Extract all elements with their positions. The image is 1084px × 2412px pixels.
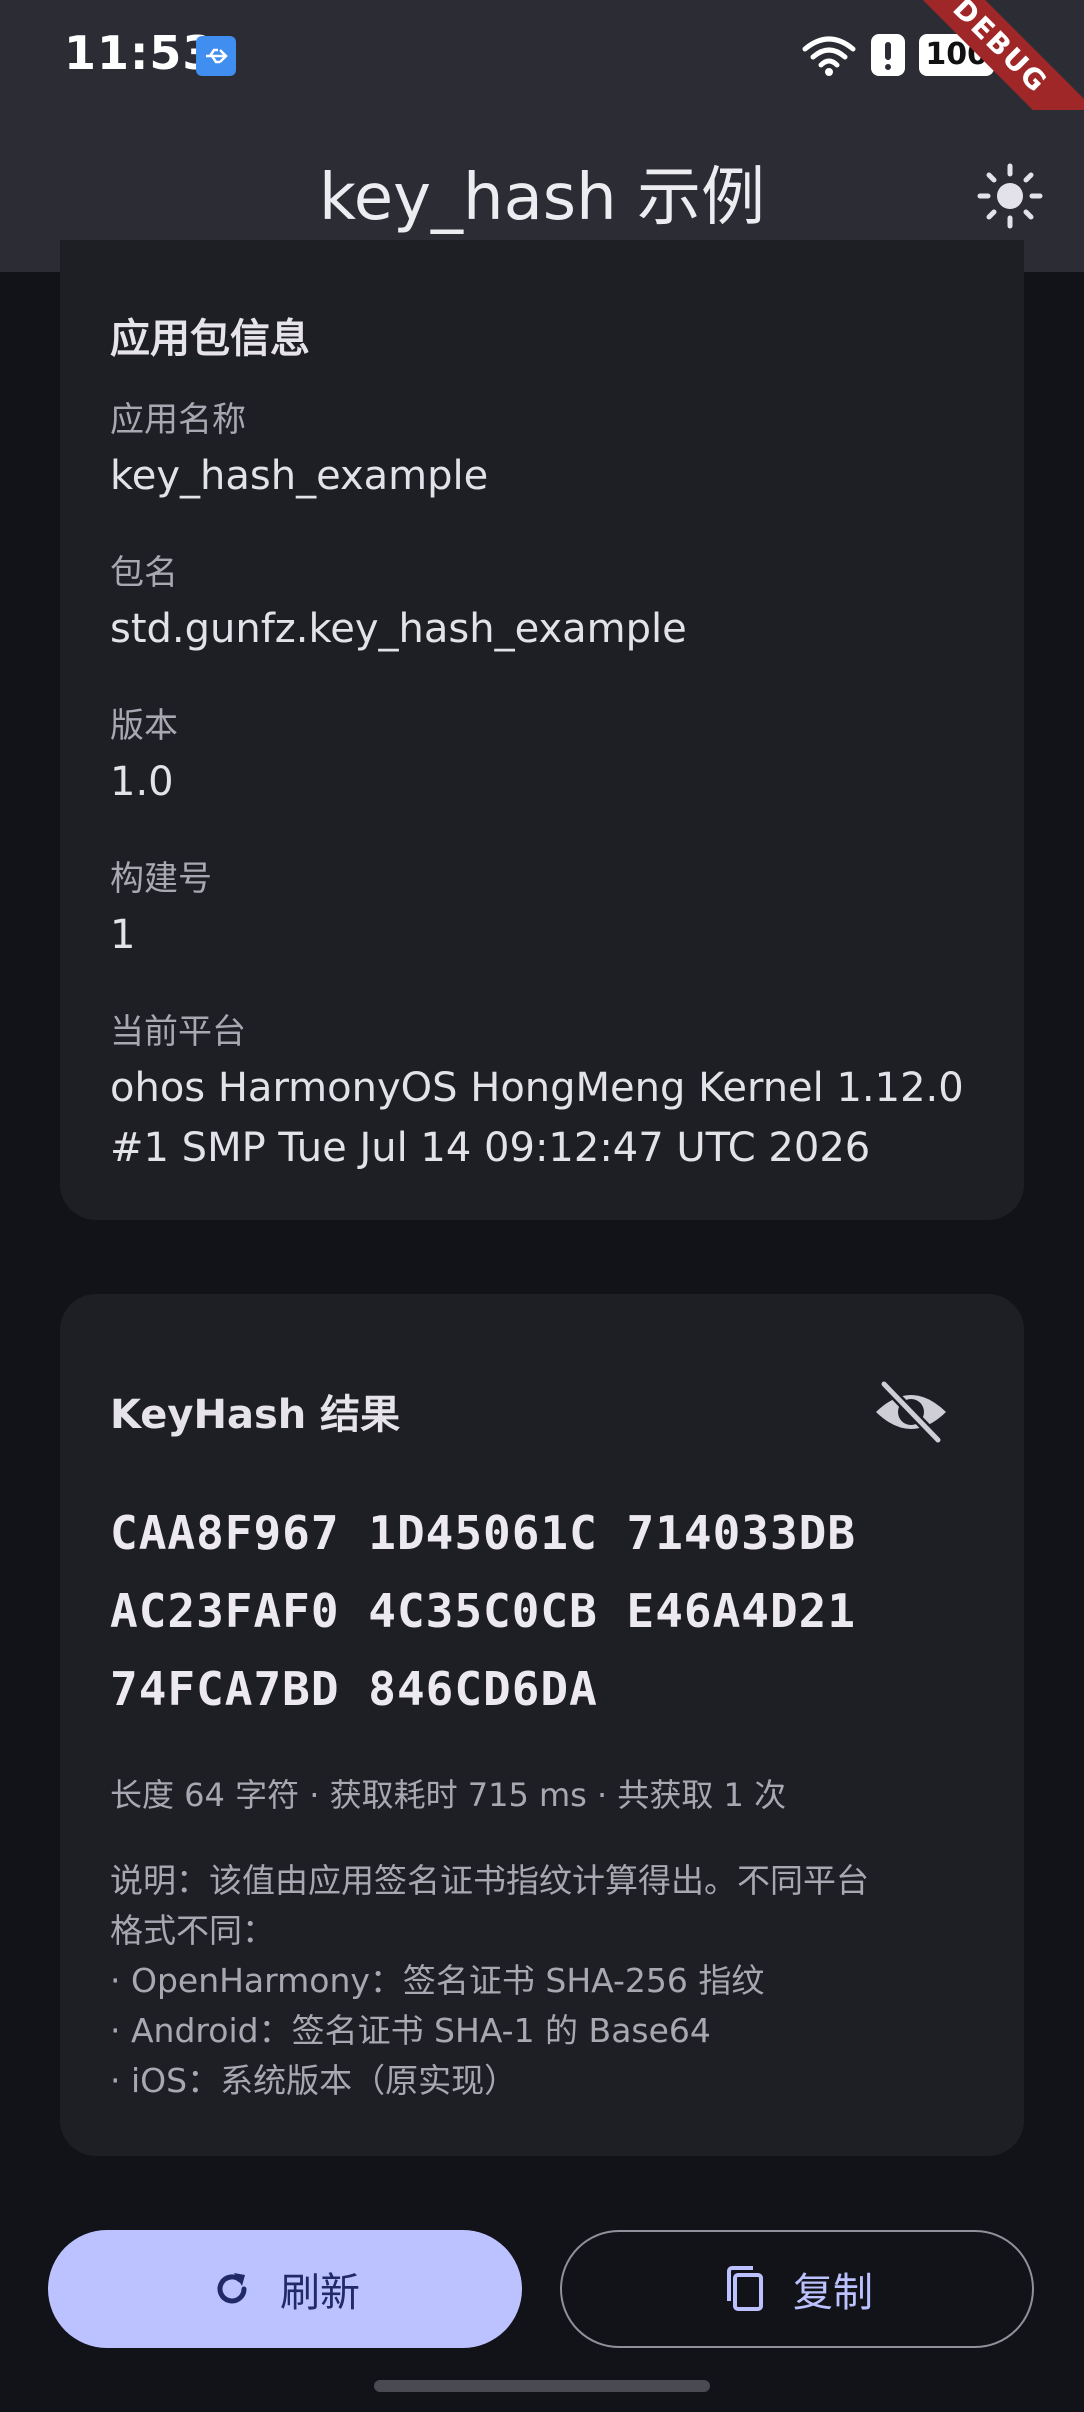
theme-toggle-button[interactable]: [974, 160, 1046, 232]
page-title: key_hash 示例: [318, 161, 766, 235]
field-value-platform-line-1: ohos HarmonyOS HongMeng Kernel 1.12.0: [110, 1065, 964, 1111]
copy-button[interactable]: 复制: [560, 2230, 1034, 2348]
note-line-2: 格式不同：: [110, 1911, 275, 1950]
eye-off-icon: [876, 1379, 946, 1445]
keyhash-card: KeyHash 结果 CAA8F967 1D45061C 714033DB AC…: [60, 1294, 1024, 2156]
keyhash-line-3: 74FCA7BD 846CD6DA: [110, 1662, 598, 1716]
home-indicator[interactable]: [374, 2380, 710, 2392]
refresh-label: 刷新: [280, 2270, 360, 2316]
refresh-icon: [217, 2273, 247, 2304]
package-info-title: 应用包信息: [110, 316, 310, 362]
keyhash-stats: 长度 64 字符 · 获取耗时 715 ms · 共获取 1 次: [110, 1776, 787, 1814]
alert-icon: [871, 34, 906, 76]
field-label-package-name: 包名: [110, 553, 178, 593]
note-line-3: · OpenHarmony：签名证书 SHA-256 指纹: [110, 1961, 765, 2000]
field-label-app-name: 应用名称: [110, 400, 246, 440]
field-value-app-name: key_hash_example: [110, 453, 489, 499]
status-bar: 11:53 100: [0, 0, 1084, 110]
field-value-package-name: std.gunfz.key_hash_example: [110, 606, 687, 652]
note-line-4: · Android：签名证书 SHA-1 的 Base64: [110, 2011, 711, 2050]
copy-label: 复制: [793, 2270, 873, 2316]
wifi-icon: [802, 36, 856, 76]
keyhash-line-1: CAA8F967 1D45061C 714033DB: [110, 1506, 857, 1560]
field-value-build: 1: [110, 912, 136, 958]
field-value-platform-line-2: #1 SMP Tue Jul 14 09:12:47 UTC 2026: [110, 1125, 871, 1171]
package-info-card: 应用包信息 应用名称 key_hash_example 包名 std.gunfz…: [60, 240, 1024, 1220]
field-label-platform: 当前平台: [110, 1012, 246, 1052]
status-time: 11:53: [64, 26, 216, 80]
note-line-5: · iOS：系统版本（原实现）: [110, 2061, 518, 2100]
refresh-button[interactable]: 刷新: [48, 2230, 522, 2348]
note-line-1: 说明：该值由应用签名证书指纹计算得出。不同平台: [110, 1861, 869, 1900]
usb-icon: [196, 36, 236, 76]
field-label-build: 构建号: [110, 859, 212, 899]
sun-icon: [977, 163, 1043, 229]
keyhash-line-2: AC23FAF0 4C35C0CB E46A4D21: [110, 1584, 857, 1638]
field-label-version: 版本: [110, 706, 178, 746]
keyhash-title: KeyHash 结果: [110, 1392, 401, 1438]
copy-icon: [727, 2266, 763, 2311]
toggle-visibility-button[interactable]: [868, 1376, 954, 1448]
field-value-version: 1.0: [110, 759, 174, 805]
